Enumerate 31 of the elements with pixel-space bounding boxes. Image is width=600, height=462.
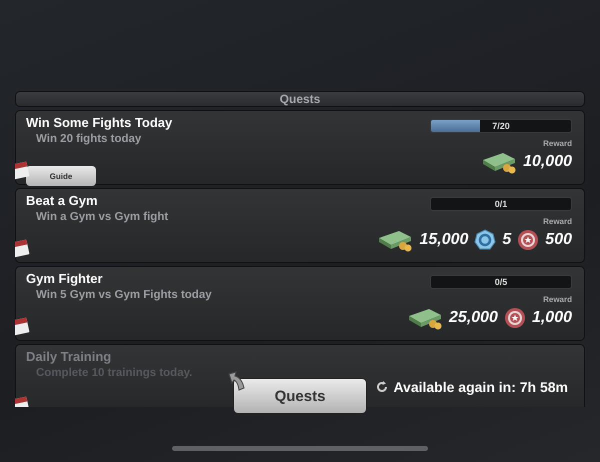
panel-title: Quests [15, 91, 585, 107]
quest-description: Win a Gym vs Gym fight [35, 211, 168, 223]
quest-description: Win 20 fights today [35, 133, 142, 145]
calendar-icon [15, 160, 30, 180]
quest-title: Win Some Fights Today [26, 115, 172, 130]
reward-amount: 25,000 [449, 309, 498, 327]
quests-button[interactable]: Quests [233, 378, 367, 414]
reward-amount: 5 [502, 231, 512, 249]
quest-title: Gym Fighter [26, 271, 104, 286]
reward-amount: 10,000 [523, 153, 572, 171]
quest-description: Win 5 Gym vs Gym Fights today [35, 289, 212, 301]
reward-label: Reward [543, 295, 572, 304]
refresh-icon [375, 380, 390, 394]
calendar-icon [15, 316, 30, 336]
reward-amount: 500 [545, 231, 572, 249]
guide-button[interactable]: Guide [26, 166, 96, 186]
quest-title: Beat a Gym [26, 193, 99, 208]
cash-icon [407, 306, 444, 330]
reward-amount: 15,000 [419, 231, 468, 249]
cash-icon [481, 150, 518, 174]
cash-icon [377, 228, 414, 252]
token-icon [517, 229, 540, 251]
availability-text: Available again in: 7h 58m [393, 379, 568, 395]
reward-label: Reward [543, 217, 572, 226]
quest-title: Daily Training [26, 349, 112, 364]
coin-icon [474, 229, 496, 251]
progress-bar: 7/20 [430, 119, 572, 133]
calendar-icon [15, 238, 30, 258]
reward-amount: 1,000 [532, 309, 572, 327]
reward-label: Reward [543, 139, 572, 148]
token-icon [504, 307, 526, 329]
